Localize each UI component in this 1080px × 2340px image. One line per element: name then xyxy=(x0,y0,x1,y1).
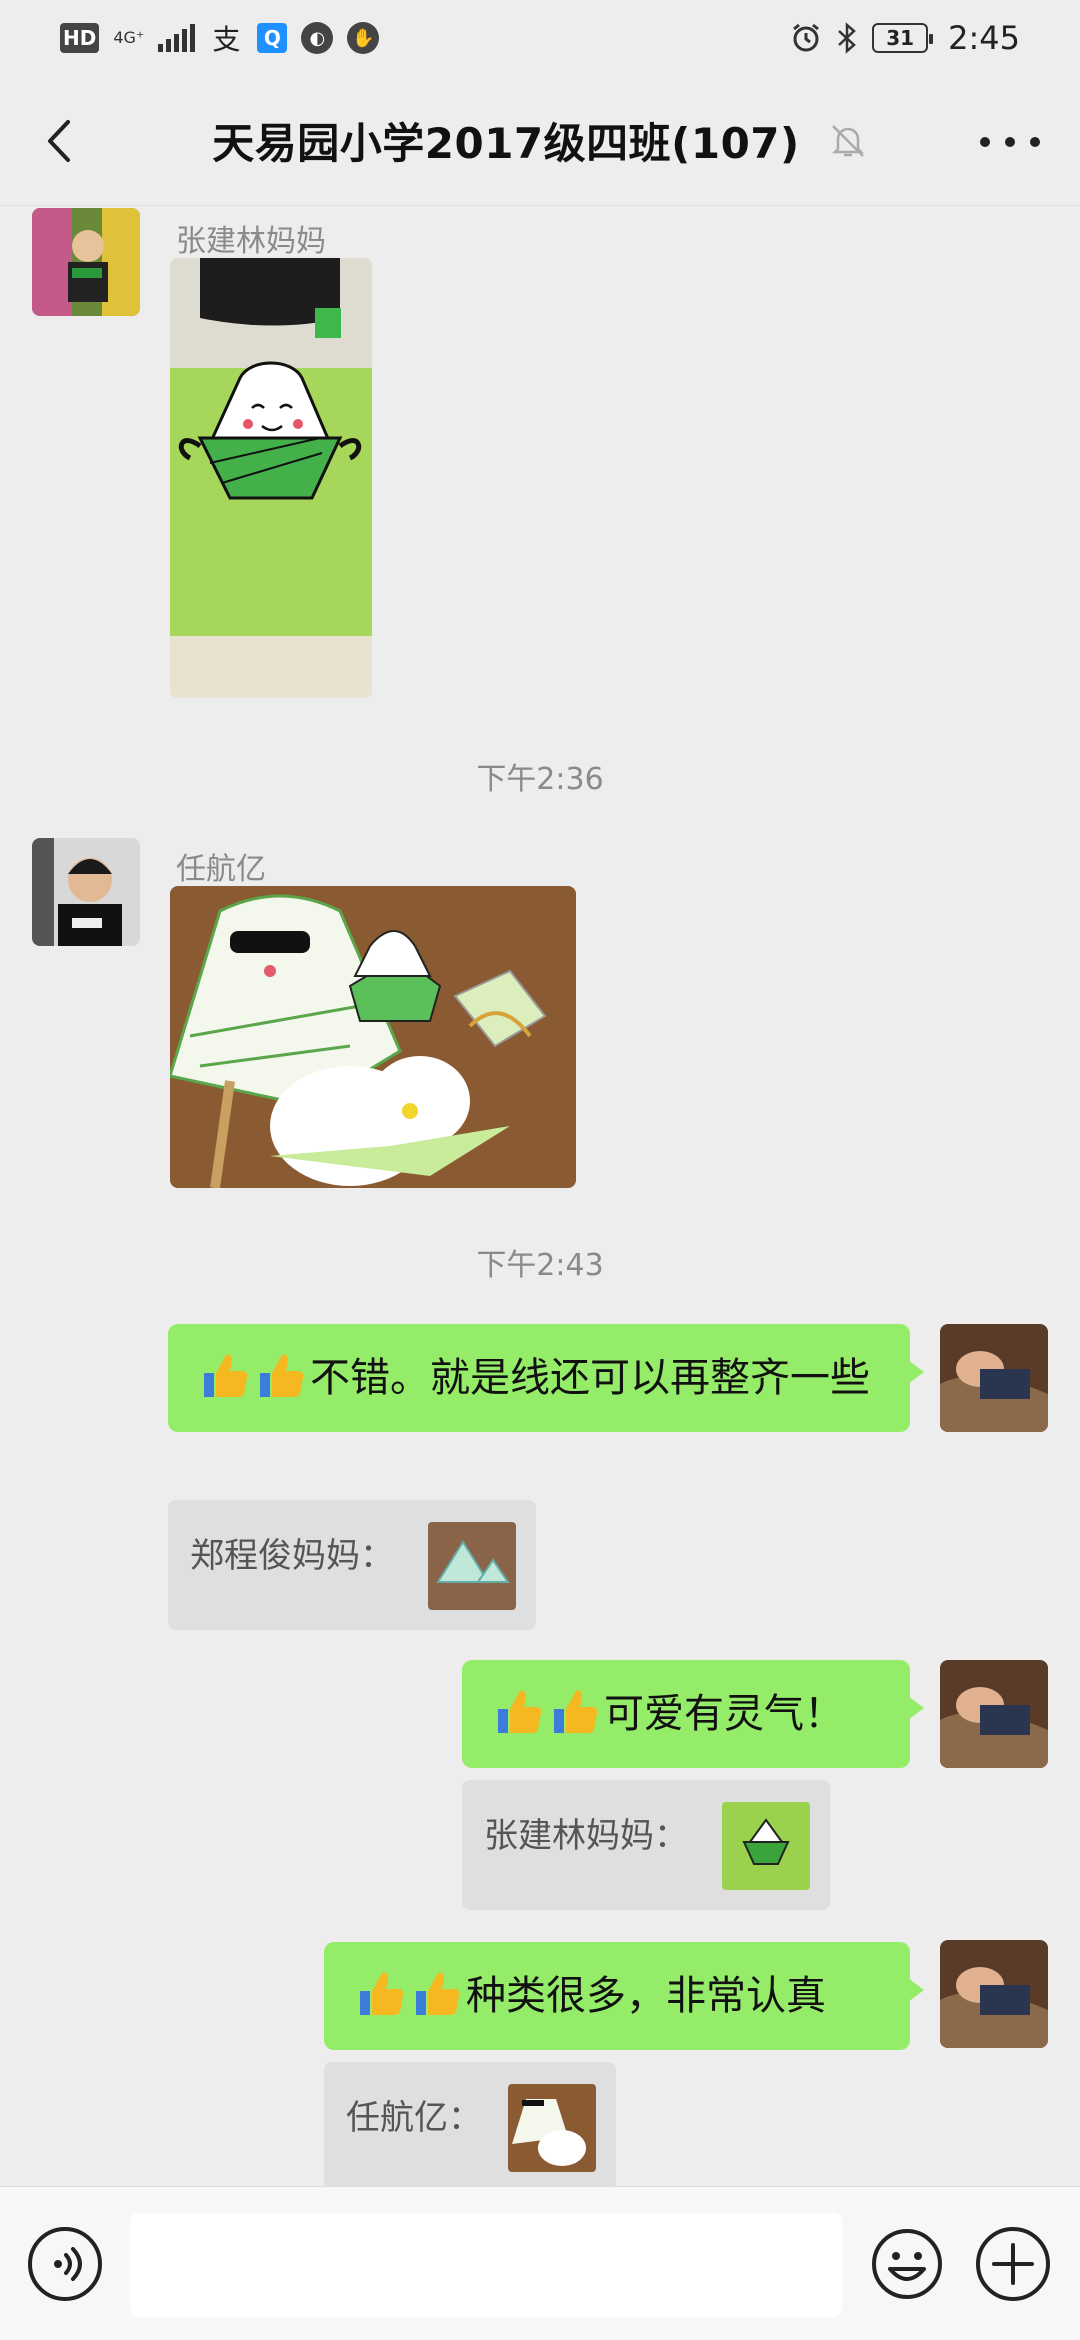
hd-icon: HD xyxy=(60,23,100,53)
status-right: 31 2:45 xyxy=(790,19,1020,57)
message-bubble-self[interactable]: 种类很多，非常认真 xyxy=(324,1942,924,2050)
mute-bell-icon xyxy=(831,124,864,157)
battery-icon: 31 xyxy=(872,23,934,53)
back-arrow-icon[interactable] xyxy=(36,116,86,166)
quoted-message[interactable]: 郑程俊妈妈： xyxy=(168,1500,536,1630)
status-bar: HD 4G⁺ 支 Q ◐ ✋ 31 2:45 xyxy=(0,0,1080,76)
message-text: 不错。就是线还可以再整齐一些 xyxy=(310,1355,870,1401)
hand-notification-icon: ✋ xyxy=(347,22,380,54)
search-app-icon: Q xyxy=(257,23,288,53)
avatar-self[interactable] xyxy=(940,1940,1048,2048)
network-type-icon: 4G⁺ xyxy=(113,28,145,47)
chat-area[interactable]: 张建林妈妈 下午2:36 任航亿 下午2:43 不错。就是线还可以再整齐一些 郑… xyxy=(0,206,1080,2186)
timestamp: 下午2:43 xyxy=(476,1248,604,1283)
alarm-icon xyxy=(793,23,820,52)
zongzi-crafts-photo[interactable] xyxy=(170,886,576,1188)
plus-icon[interactable] xyxy=(976,2227,1050,2301)
status-left: HD 4G⁺ 支 Q ◐ ✋ xyxy=(60,22,380,56)
alipay-icon: 支 xyxy=(212,23,241,56)
thumbs-up-icon xyxy=(198,1349,250,1401)
quote-thumbnail[interactable] xyxy=(722,1802,810,1890)
quote-sender: 张建林妈妈： xyxy=(484,1816,688,1856)
thumbs-up-icon xyxy=(548,1685,600,1737)
more-dots-icon[interactable] xyxy=(980,124,1040,160)
sender-name: 任航亿 xyxy=(176,852,266,887)
quote-thumbnail[interactable] xyxy=(508,2084,596,2172)
message-text: 可爱有灵气！ xyxy=(604,1691,844,1737)
message-input[interactable] xyxy=(130,2213,842,2317)
avatar-renhangyi[interactable] xyxy=(32,838,140,946)
chat-header: 天易园小学2017级四班(107) xyxy=(0,76,1080,206)
message-bubble-self[interactable]: 可爱有灵气！ xyxy=(462,1660,924,1768)
thumbs-up-icon xyxy=(410,1967,462,2019)
message-bubble-self[interactable]: 不错。就是线还可以再整齐一些 xyxy=(168,1324,924,1432)
app-notification-icon: ◐ xyxy=(301,22,334,54)
chat-title: 天易园小学2017级四班(107) xyxy=(212,119,800,168)
bluetooth-icon xyxy=(838,22,857,54)
zongzi-drawing-photo[interactable] xyxy=(170,258,372,698)
signal-icon xyxy=(158,24,196,52)
title-wrap: 天易园小学2017级四班(107) xyxy=(212,110,867,171)
timestamp: 下午2:36 xyxy=(476,762,604,797)
input-bar xyxy=(0,2186,1080,2340)
thumbs-up-icon xyxy=(354,1967,406,2019)
voice-icon[interactable] xyxy=(28,2227,102,2301)
clock: 2:45 xyxy=(948,19,1020,57)
quoted-message[interactable]: 张建林妈妈： xyxy=(462,1780,830,1910)
thumbs-up-icon xyxy=(492,1685,544,1737)
avatar-self[interactable] xyxy=(940,1660,1048,1768)
thumbs-up-icon xyxy=(254,1349,306,1401)
quote-sender: 任航亿： xyxy=(346,2098,482,2138)
avatar-self[interactable] xyxy=(940,1324,1048,1432)
sender-name: 张建林妈妈 xyxy=(176,224,326,259)
quote-sender: 郑程俊妈妈： xyxy=(190,1536,394,1576)
emoji-icon[interactable] xyxy=(870,2227,944,2301)
quoted-message[interactable]: 任航亿： xyxy=(324,2062,616,2186)
quote-thumbnail[interactable] xyxy=(428,1522,516,1610)
message-text: 种类很多，非常认真 xyxy=(466,1973,826,2019)
avatar-zhangjianlin-mom[interactable] xyxy=(32,208,140,316)
